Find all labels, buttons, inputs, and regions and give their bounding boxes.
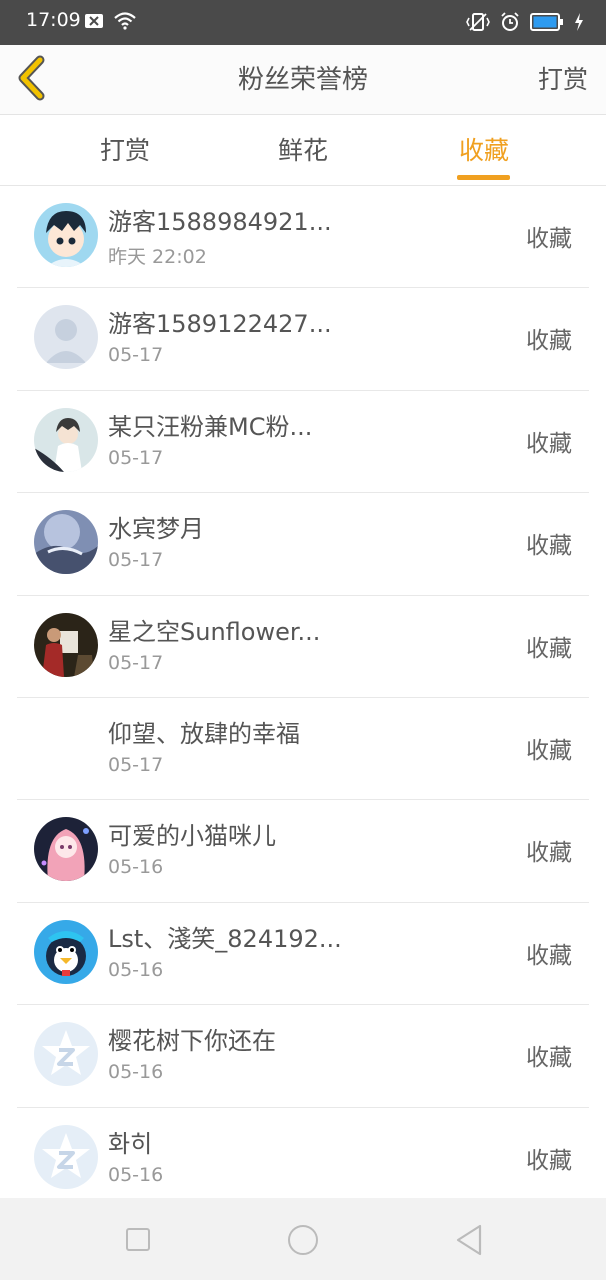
qq-penguin-avatar: [34, 919, 98, 984]
list-item[interactable]: 星之空Sunflower... 05-17 收藏: [17, 596, 589, 698]
list-item[interactable]: 游客1588984921... 昨天 22:02 收藏: [17, 186, 589, 289]
timestamp: 05-16: [108, 1163, 164, 1186]
triangle-back-icon: [456, 1224, 482, 1256]
list-item[interactable]: Lst、淺笑_824192... 05-16 收藏: [17, 903, 589, 1006]
default-star-avatar: [34, 1022, 98, 1087]
favorite-label: 收藏: [526, 1147, 572, 1174]
favorite-label: 收藏: [526, 430, 572, 457]
list-item[interactable]: 某只汪粉兼MC粉... 05-17 收藏: [17, 391, 589, 494]
header-bar: 粉丝荣誉榜 打赏: [0, 45, 606, 115]
timestamp: 05-17: [108, 753, 164, 776]
anime-boy-avatar: [34, 407, 98, 472]
fan-list: 游客1588984921... 昨天 22:02 收藏 游客1589122427…: [0, 186, 606, 1210]
timestamp: 05-16: [108, 958, 164, 981]
chevron-left-icon: [18, 55, 45, 101]
timestamp: 昨天 22:02: [108, 246, 207, 268]
favorite-label: 收藏: [526, 533, 572, 560]
favorite-label: 收藏: [526, 328, 572, 355]
default-user-avatar: [34, 305, 98, 370]
list-item[interactable]: 樱花树下你还在 05-16 收藏: [17, 1005, 589, 1108]
photo-avatar: [34, 612, 98, 677]
list-item[interactable]: 仰望、放肆的幸福 05-17 收藏: [17, 698, 589, 801]
timestamp: 05-17: [108, 446, 164, 469]
system-back-button[interactable]: [455, 1224, 483, 1260]
page-title: 粉丝荣誉榜: [237, 65, 368, 95]
timestamp: 05-17: [108, 549, 164, 572]
user-name: 星之空Sunflower...: [108, 617, 321, 646]
home-button[interactable]: [288, 1225, 318, 1255]
recent-apps-button[interactable]: [126, 1228, 150, 1251]
notification-x-icon: [84, 13, 104, 33]
favorite-label: 收藏: [526, 840, 572, 867]
list-item[interactable]: 水宾梦月 05-17 收藏: [17, 493, 589, 596]
tab-reward[interactable]: 打赏: [65, 115, 185, 186]
list-item[interactable]: 화히 05-16 收藏: [17, 1108, 589, 1210]
favorite-label: 收藏: [526, 942, 572, 969]
list-item[interactable]: 游客1589122427... 05-17 收藏: [17, 288, 589, 391]
user-name: 可爱的小猫咪儿: [108, 822, 276, 851]
user-name: 화히: [108, 1129, 153, 1158]
landscape-avatar: [34, 510, 98, 575]
timestamp: 05-17: [108, 651, 164, 674]
user-name: 某只汪粉兼MC粉...: [108, 412, 313, 441]
tab-bar: 打赏 鲜花 收藏: [0, 115, 606, 186]
timestamp: 05-16: [108, 856, 164, 879]
tab-flowers[interactable]: 鲜花: [243, 115, 363, 186]
status-bar: 17:09: [0, 0, 606, 45]
system-nav-bar: [0, 1198, 606, 1280]
reward-button[interactable]: 打赏: [538, 45, 588, 115]
cartoon-boy-avatar: [34, 203, 98, 267]
wifi-icon: [114, 12, 136, 34]
battery-icon: [530, 13, 564, 35]
user-name: 仰望、放肆的幸福: [108, 719, 300, 748]
status-time: 17:09: [26, 9, 81, 31]
user-name: Lst、淺笑_824192...: [108, 924, 342, 953]
active-tab-indicator: [457, 175, 510, 180]
timestamp: 05-17: [108, 344, 164, 367]
favorite-label: 收藏: [526, 635, 572, 662]
favorite-label: 收藏: [526, 1045, 572, 1072]
charging-icon: [574, 13, 584, 35]
favorite-label: 收藏: [526, 737, 572, 764]
anime-girl-avatar: [34, 817, 98, 882]
user-name: 樱花树下你还在: [108, 1027, 276, 1056]
favorite-label: 收藏: [526, 226, 572, 252]
list-item[interactable]: 可爱的小猫咪儿 05-16 收藏: [17, 800, 589, 903]
default-star-avatar: [34, 1124, 98, 1189]
user-name: 游客1589122427...: [108, 310, 332, 339]
vibrate-icon: [466, 12, 490, 36]
user-name: 水宾梦月: [108, 515, 204, 544]
alarm-icon: [500, 12, 520, 36]
user-name: 游客1588984921...: [108, 208, 332, 236]
timestamp: 05-16: [108, 1061, 164, 1084]
blank-avatar: [34, 715, 98, 779]
back-button[interactable]: [14, 55, 58, 105]
